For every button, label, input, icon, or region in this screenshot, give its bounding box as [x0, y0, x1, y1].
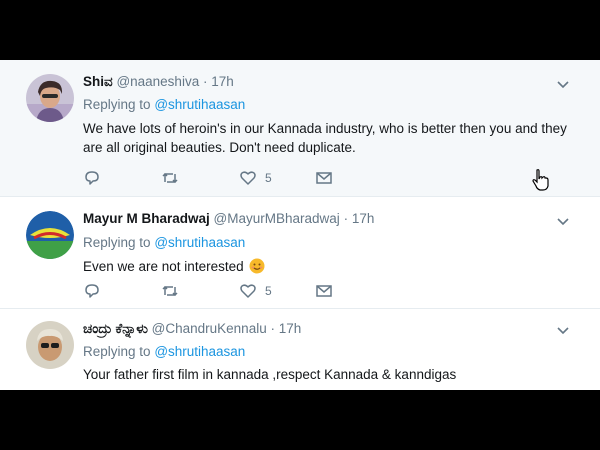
- user-name[interactable]: ಚಂದ್ರು ಕೆನ್ನಾಳು: [83, 321, 148, 336]
- replying-to-label: Replying to: [83, 344, 151, 359]
- avatar[interactable]: [26, 211, 74, 259]
- tweet-item[interactable]: ಚಂದ್ರು ಕೆನ್ನಾಳು @ChandruKennalu · 17h Re…: [0, 309, 600, 390]
- user-handle[interactable]: @ChandruKennalu: [152, 321, 267, 336]
- tweet-header: ಚಂದ್ರು ಕೆನ್ನಾಳು @ChandruKennalu · 17h: [83, 321, 301, 337]
- replying-to: Replying to @shrutihaasan: [83, 97, 245, 112]
- user-handle[interactable]: @naaneshiva: [116, 74, 199, 89]
- tweet-item[interactable]: Mayur M Bharadwaj @MayurMBharadwaj · 17h…: [0, 197, 600, 309]
- tweet-text: Even we are not interested: [83, 259, 244, 274]
- heart-icon: [240, 171, 256, 185]
- reply-icon: [85, 284, 99, 298]
- retweet-button[interactable]: [161, 281, 179, 301]
- avatar[interactable]: [26, 321, 74, 369]
- tweet-text: We have lots of heroin's in our Kannada …: [83, 121, 567, 155]
- tweet-header: Shiವ @naaneshiva · 17h: [83, 74, 234, 90]
- tweet-item[interactable]: Shiವ @naaneshiva · 17h Replying to @shru…: [0, 60, 600, 197]
- replying-to: Replying to @shrutihaasan: [83, 344, 245, 359]
- retweet-button[interactable]: [161, 168, 179, 188]
- retweet-icon: [162, 172, 178, 184]
- replying-to-label: Replying to: [83, 97, 151, 112]
- replying-to: Replying to @shrutihaasan: [83, 235, 245, 250]
- mention-link[interactable]: @shrutihaasan: [154, 235, 245, 250]
- chevron-down-icon[interactable]: [556, 217, 570, 227]
- chevron-down-icon[interactable]: [556, 80, 570, 90]
- smiling-face-emoji: [249, 258, 265, 274]
- replying-to-label: Replying to: [83, 235, 151, 250]
- mention-link[interactable]: @shrutihaasan: [154, 344, 245, 359]
- message-button[interactable]: [315, 281, 333, 301]
- chevron-down-icon[interactable]: [556, 326, 570, 336]
- reply-button[interactable]: [83, 281, 101, 301]
- heart-icon: [240, 284, 256, 298]
- envelope-icon: [316, 172, 332, 184]
- hand-cursor-icon: [532, 169, 549, 191]
- tweet-text: Your father first film in kannada ,respe…: [83, 367, 457, 382]
- reply-icon: [85, 171, 99, 185]
- separator-dot: ·: [343, 211, 349, 226]
- envelope-icon: [316, 285, 332, 297]
- tweet-actions: 5: [83, 168, 343, 188]
- tweet-header: Mayur M Bharadwaj @MayurMBharadwaj · 17h: [83, 211, 374, 226]
- timestamp[interactable]: 17h: [211, 74, 234, 89]
- mention-link[interactable]: @shrutihaasan: [154, 97, 245, 112]
- message-button[interactable]: [315, 168, 333, 188]
- tweet-actions: 5: [83, 281, 343, 301]
- like-count: 5: [265, 284, 272, 298]
- avatar[interactable]: [26, 74, 74, 122]
- like-button[interactable]: 5: [239, 168, 272, 188]
- tweet-text-row: Even we are not interested: [83, 257, 583, 276]
- like-button[interactable]: 5: [239, 281, 272, 301]
- reply-button[interactable]: [83, 168, 101, 188]
- tweet-feed: Shiವ @naaneshiva · 17h Replying to @shru…: [0, 60, 600, 390]
- timestamp[interactable]: 17h: [352, 211, 375, 226]
- separator-dot: ·: [202, 74, 208, 89]
- user-name[interactable]: Mayur M Bharadwaj: [83, 211, 210, 226]
- user-name[interactable]: Shiವ: [83, 74, 113, 89]
- retweet-icon: [162, 285, 178, 297]
- separator-dot: ·: [270, 321, 275, 336]
- like-count: 5: [265, 171, 272, 185]
- user-handle[interactable]: @MayurMBharadwaj: [214, 211, 340, 226]
- timestamp[interactable]: 17h: [279, 321, 302, 336]
